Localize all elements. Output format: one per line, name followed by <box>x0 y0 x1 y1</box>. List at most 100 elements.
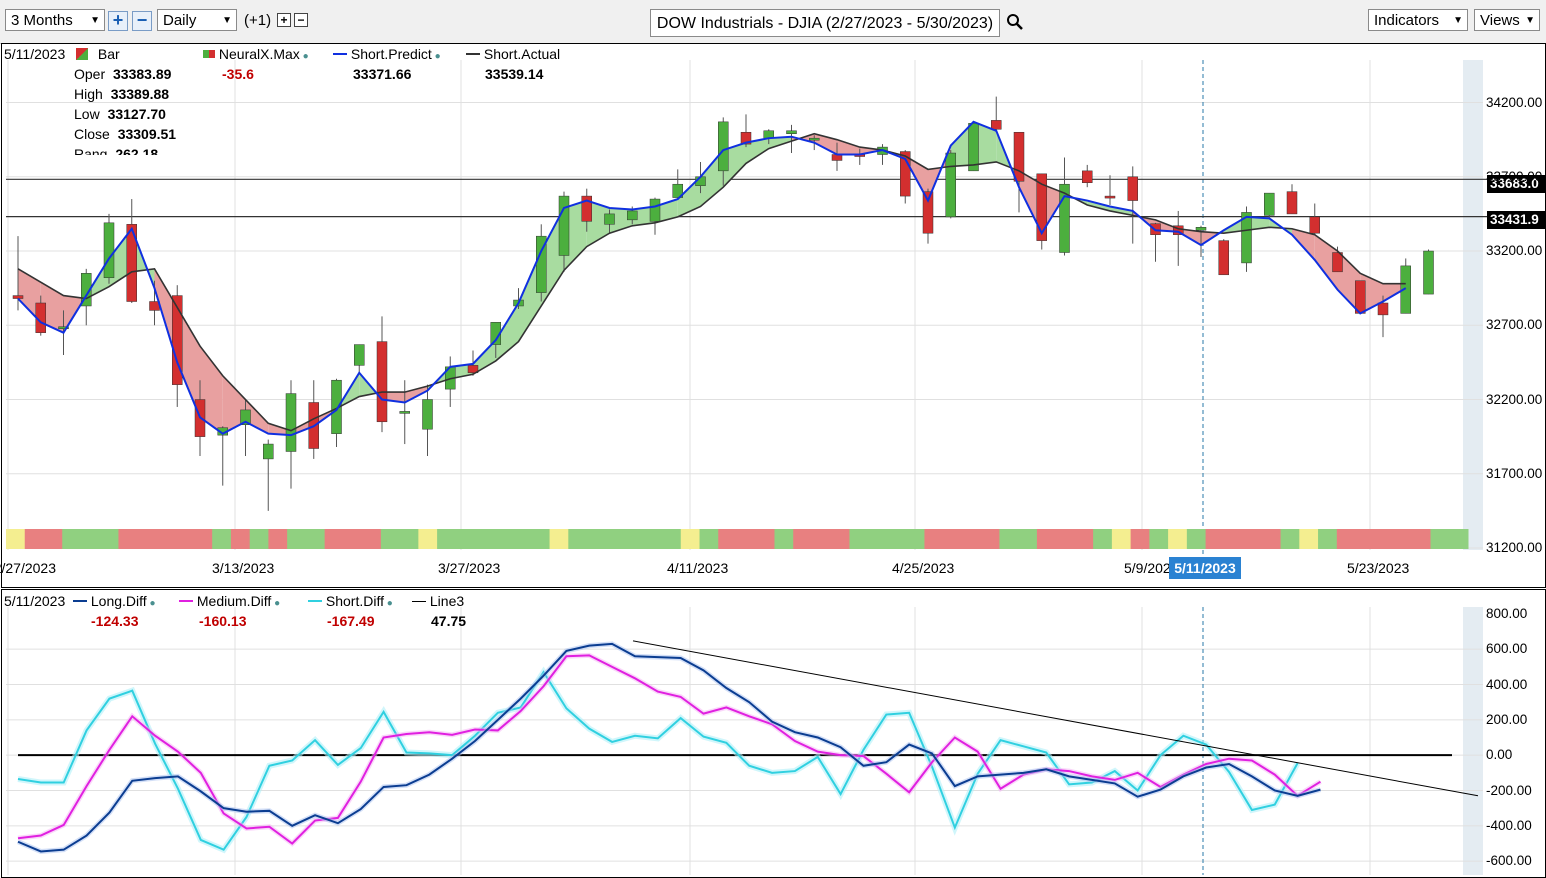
long-diff-value: -124.33 <box>91 613 139 629</box>
candle-body <box>376 341 388 423</box>
short-predict-value: 33371.66 <box>353 66 412 82</box>
candle-body <box>649 198 661 222</box>
signal-band-segment <box>737 529 757 549</box>
low-row: Low 33127.70 <box>74 106 166 122</box>
signal-band-segment <box>793 529 813 549</box>
candle-body <box>12 295 24 299</box>
candle-body <box>103 222 115 279</box>
diff-date-label: 5/11/2023 <box>4 593 66 609</box>
medium-diff-legend: Medium.Diff ● <box>179 593 280 609</box>
short-actual-swatch <box>466 53 480 55</box>
medium-diff-label: Medium.Diff <box>196 593 272 609</box>
price-y-tick: 33700.00 <box>1486 168 1543 184</box>
signal-band-segment <box>961 529 982 549</box>
close-label: Close <box>74 126 110 142</box>
signal-band-segment <box>437 529 457 549</box>
signal-band-segment <box>399 529 419 549</box>
signal-band-segment <box>811 529 832 549</box>
signal-band-segment <box>380 529 401 549</box>
signal-band-segment <box>174 529 194 549</box>
high-row: High 33389.88 <box>74 86 169 102</box>
long-diff-swatch <box>73 600 87 602</box>
signal-band-segment <box>680 529 701 549</box>
signal-band-segment <box>587 529 607 549</box>
price-y-tick: 32200.00 <box>1486 391 1543 407</box>
candle-body <box>1377 302 1389 316</box>
signal-band-segment <box>43 529 63 549</box>
medium-diff-swatch <box>179 600 193 602</box>
signal-band-segment <box>1355 529 1375 549</box>
signal-band-segment <box>193 529 213 549</box>
candle-body <box>786 130 797 134</box>
open-label: Oper <box>74 66 106 82</box>
high-label: High <box>74 86 103 102</box>
signal-band-segment <box>324 529 344 549</box>
candle-body <box>1082 170 1093 183</box>
x-tick-2: 3/13/2023 <box>212 560 275 576</box>
signal-band-segment <box>249 529 269 549</box>
chart-canvas[interactable] <box>0 0 1546 878</box>
signal-band-segment <box>1224 529 1244 549</box>
right-margin-shade <box>1463 607 1483 875</box>
signal-band-segment <box>549 529 569 549</box>
candle-body <box>922 191 934 234</box>
signal-band-segment <box>230 529 251 549</box>
signal-band-segment <box>212 529 232 549</box>
signal-band-segment <box>1036 529 1057 549</box>
candle-body <box>1195 227 1207 231</box>
signal-band-segment <box>305 529 326 549</box>
signal-band-segment <box>943 529 963 549</box>
signal-band-segment <box>924 529 944 549</box>
signal-band-segment <box>605 529 626 549</box>
low-label: Low <box>74 106 100 122</box>
low-value: 33127.70 <box>107 106 166 122</box>
short-actual-label: Short.Actual <box>483 46 561 62</box>
signal-band-segment <box>1018 529 1038 549</box>
signal-band-segment <box>755 529 775 549</box>
signal-band-segment <box>643 529 663 549</box>
line3-swatch <box>412 601 426 602</box>
candle-body <box>809 137 820 141</box>
signal-band-segment <box>287 529 307 549</box>
range-label: Rang <box>74 146 108 155</box>
candle-body <box>285 393 297 452</box>
signal-band-segment <box>830 529 850 549</box>
candle-body <box>718 121 729 172</box>
candle-body <box>1104 195 1116 199</box>
range-row: Rang 262.18 <box>74 146 158 155</box>
candle-body <box>1218 240 1229 276</box>
signal-band-segment <box>774 529 794 549</box>
candle-body <box>1264 192 1275 216</box>
diff-y-tick: 0.00 <box>1486 747 1513 763</box>
signal-band-segment <box>1318 529 1338 549</box>
diff-y-tick: 400.00 <box>1486 676 1528 692</box>
bar-icon <box>76 48 88 60</box>
signal-band-segment <box>1205 529 1225 549</box>
range-value: 262.18 <box>115 146 159 155</box>
candle-body <box>1013 131 1025 182</box>
signal-band-segment <box>868 529 888 549</box>
medium-diff-value: -160.13 <box>199 613 247 629</box>
predict-actual-fill <box>837 139 860 155</box>
long-diff-glow <box>17 641 1322 854</box>
signal-band-segment <box>1411 529 1432 549</box>
neuralx-icon <box>203 50 215 58</box>
crosshair-date-label: 5/11/2023 <box>1169 557 1241 579</box>
candle-body <box>945 152 956 218</box>
x-tick-3: 3/27/2023 <box>438 560 501 576</box>
signal-band-segment <box>1074 529 1094 549</box>
short-predict-label: Short.Predict <box>350 46 432 62</box>
signal-band-segment <box>1111 529 1132 549</box>
signal-band-segment <box>137 529 157 549</box>
signal-band-segment <box>512 529 532 549</box>
candle-body <box>991 120 1002 130</box>
x-tick-1: 2/27/2023 <box>0 560 56 576</box>
candle-body <box>1423 250 1434 295</box>
signal-band-segment <box>1243 529 1263 549</box>
signal-band-segment <box>24 529 44 549</box>
candle-body <box>627 210 638 221</box>
signal-band-segment <box>662 529 682 549</box>
neuralx-legend: NeuralX.Max ● <box>203 46 309 62</box>
signal-band-segment <box>905 529 925 549</box>
signal-band-segment <box>362 529 382 549</box>
